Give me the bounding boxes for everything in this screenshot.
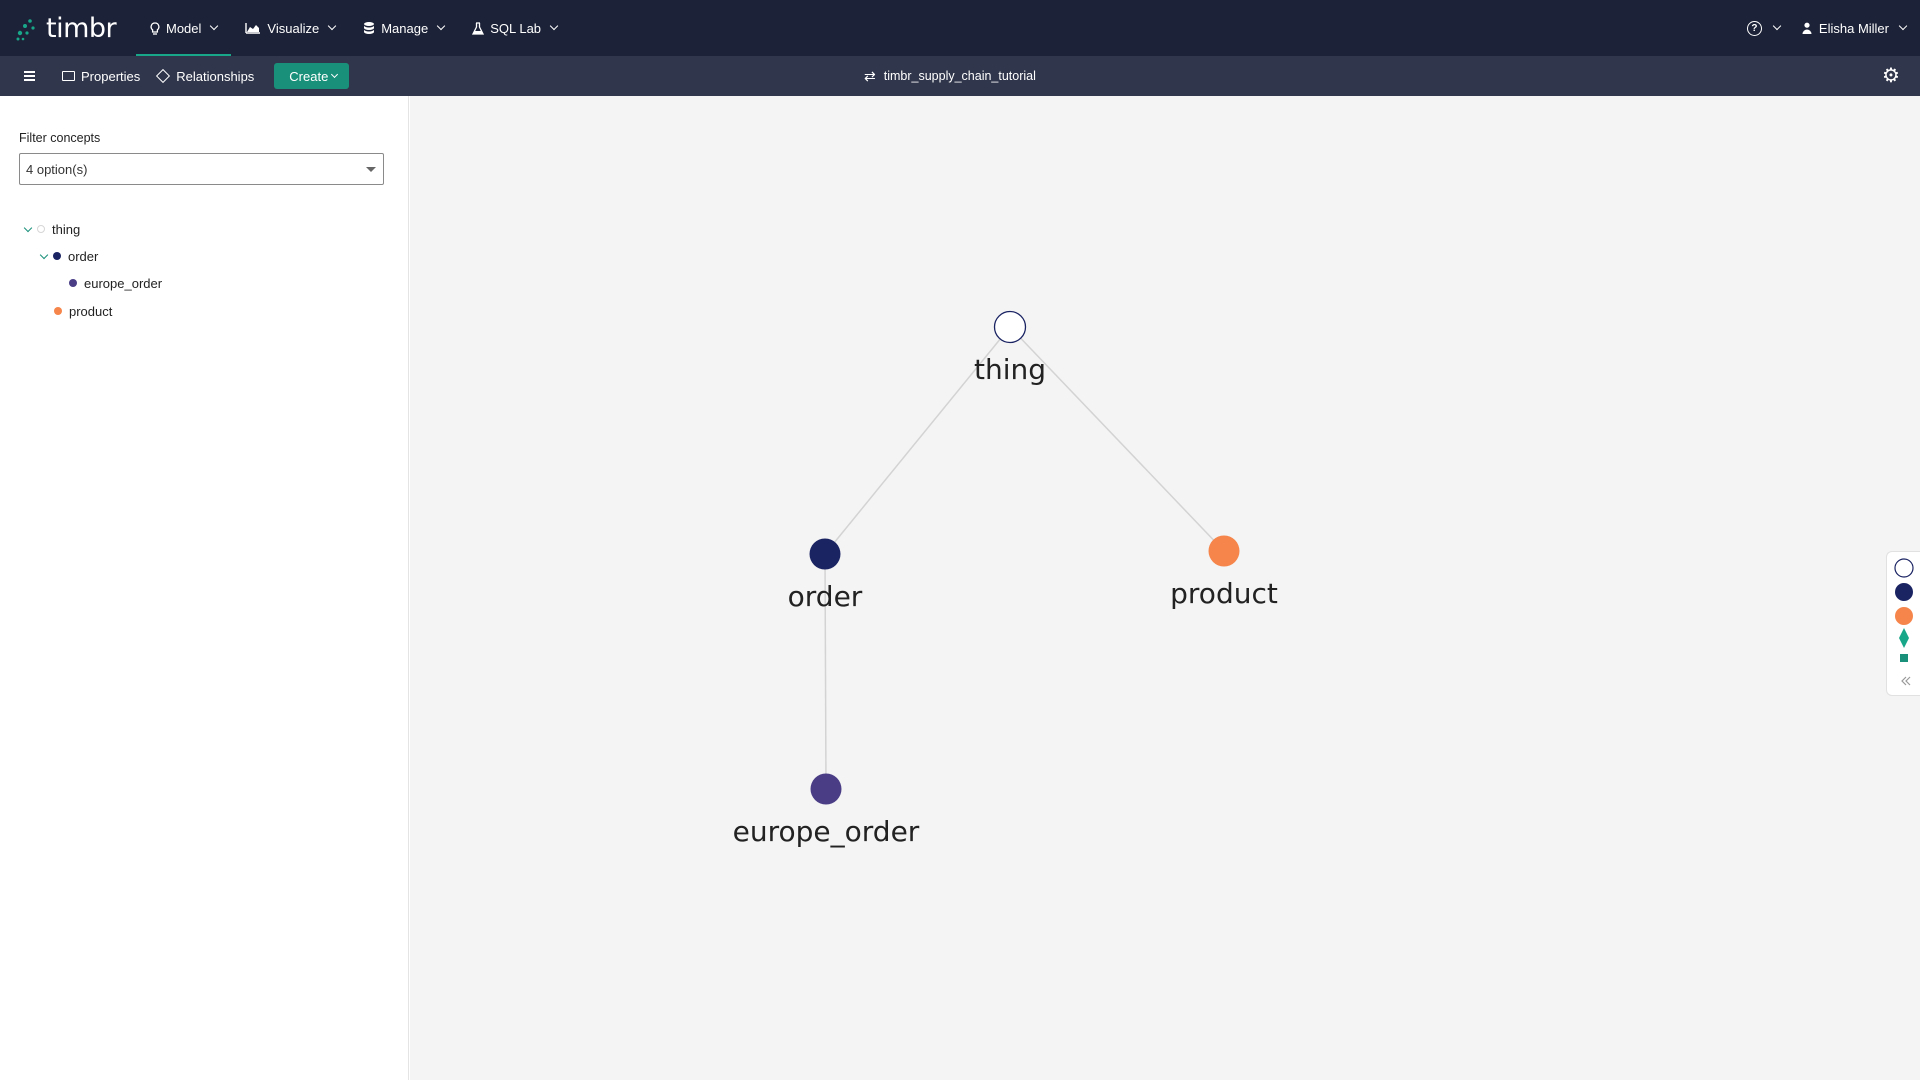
tree-item-label: order <box>68 248 99 264</box>
graph-legend <box>1886 551 1920 696</box>
caret-down-icon <box>366 167 376 172</box>
ontology-switcher[interactable]: ⇄ timbr_supply_chain_tutorial <box>864 56 1036 96</box>
concept-dot <box>53 252 61 260</box>
concept-dot <box>69 279 77 287</box>
graph-node-thing[interactable] <box>993 310 1027 344</box>
user-icon <box>1802 22 1812 34</box>
diamond-icon <box>156 68 171 84</box>
sync-icon: ⇄ <box>864 67 876 84</box>
nav-model[interactable]: Model <box>136 0 232 56</box>
chevron-down-icon[interactable] <box>23 223 33 232</box>
main-nav: Model Visualize Manage SQL Lab <box>136 0 571 56</box>
concept-dot <box>54 307 62 315</box>
nav-model-label: Model <box>166 20 202 36</box>
bulb-icon <box>150 21 160 35</box>
timbr-logo[interactable]: timbr <box>14 0 122 56</box>
nav-manage-label: Manage <box>381 20 429 36</box>
filter-concepts-select[interactable]: 4 option(s) <box>19 153 384 185</box>
chevron-down-icon <box>436 21 446 31</box>
chevron-down-icon[interactable] <box>39 250 49 259</box>
nav-visualize[interactable]: Visualize <box>231 0 349 56</box>
double-chevron-left-icon[interactable] <box>1901 676 1911 686</box>
filter-value: 4 option(s) <box>26 161 88 177</box>
tree-item-thing[interactable]: thing <box>23 220 81 238</box>
legend-circle-icon[interactable] <box>1894 558 1914 578</box>
top-navbar: timbr Model Visualize Manage SQL Lab ? E… <box>0 0 1920 56</box>
ontology-name: timbr_supply_chain_tutorial <box>883 69 1036 83</box>
help-icon: ? <box>1746 20 1762 36</box>
menu-icon[interactable] <box>24 71 35 81</box>
database-icon <box>364 22 375 34</box>
concept-dot <box>37 225 45 233</box>
tree-item-label: thing <box>52 221 81 237</box>
nav-visualize-label: Visualize <box>267 20 320 36</box>
flask-icon <box>472 21 485 35</box>
timbr-logo-icon <box>16 19 35 41</box>
tree-item-order[interactable]: order <box>39 247 99 265</box>
create-label: Create <box>289 68 329 84</box>
tree-item-label: europe_order <box>84 275 163 291</box>
help-menu[interactable]: ? <box>1746 20 1782 36</box>
node-label-thing: thing <box>974 353 1046 386</box>
graph-canvas[interactable]: thing order product europe_order <box>410 96 1920 1080</box>
chevron-down-icon <box>1772 21 1782 31</box>
model-toolbar: Properties Relationships Create ⇄ timbr_… <box>0 56 1920 96</box>
tree-item-product[interactable]: product <box>54 302 112 320</box>
gear-icon[interactable]: ⚙ <box>1882 66 1902 86</box>
legend-diamond-icon[interactable] <box>1899 628 1909 648</box>
graph-node-product[interactable] <box>1208 535 1240 567</box>
concept-graph: thing order product europe_order <box>733 310 1278 848</box>
tree-item-europe-order[interactable]: europe_order <box>69 274 162 292</box>
node-label-europe-order: europe_order <box>733 815 920 848</box>
nav-sql-lab[interactable]: SQL Lab <box>458 0 571 56</box>
user-name: Elisha Miller <box>1818 20 1889 36</box>
graph-node-europe-order[interactable] <box>810 773 842 805</box>
legend-square-icon[interactable] <box>1900 654 1908 662</box>
concept-sidebar: Filter concepts 4 option(s) thing order … <box>0 96 409 1080</box>
legend-icons <box>1894 558 1914 686</box>
filter-label: Filter concepts <box>19 131 101 145</box>
chevron-down-icon <box>327 21 337 31</box>
chevron-down-icon <box>549 21 559 31</box>
chevron-down-icon <box>1898 21 1908 31</box>
node-label-product: product <box>1170 577 1278 610</box>
legend-circle-icon[interactable] <box>1895 607 1913 625</box>
tree-item-label: product <box>69 303 113 319</box>
create-button[interactable]: Create <box>274 63 350 89</box>
relationships-label: Relationships <box>176 68 255 84</box>
chevron-down-icon <box>331 70 339 78</box>
window-icon <box>62 71 75 81</box>
graph-node-order[interactable] <box>809 538 841 570</box>
node-label-order: order <box>788 580 863 613</box>
legend-circle-icon[interactable] <box>1895 583 1913 601</box>
area-chart-icon <box>245 23 261 34</box>
user-menu[interactable]: Elisha Miller <box>1802 20 1908 36</box>
relationships-button[interactable]: Relationships <box>156 68 255 84</box>
properties-label: Properties <box>81 68 141 84</box>
chevron-down-icon <box>210 21 219 31</box>
logo-text: timbr <box>46 12 117 44</box>
top-right-controls: ? Elisha Miller <box>1746 0 1908 56</box>
nav-sql-lab-label: SQL Lab <box>490 20 542 36</box>
properties-button[interactable]: Properties <box>62 69 140 84</box>
nav-manage[interactable]: Manage <box>349 0 458 56</box>
